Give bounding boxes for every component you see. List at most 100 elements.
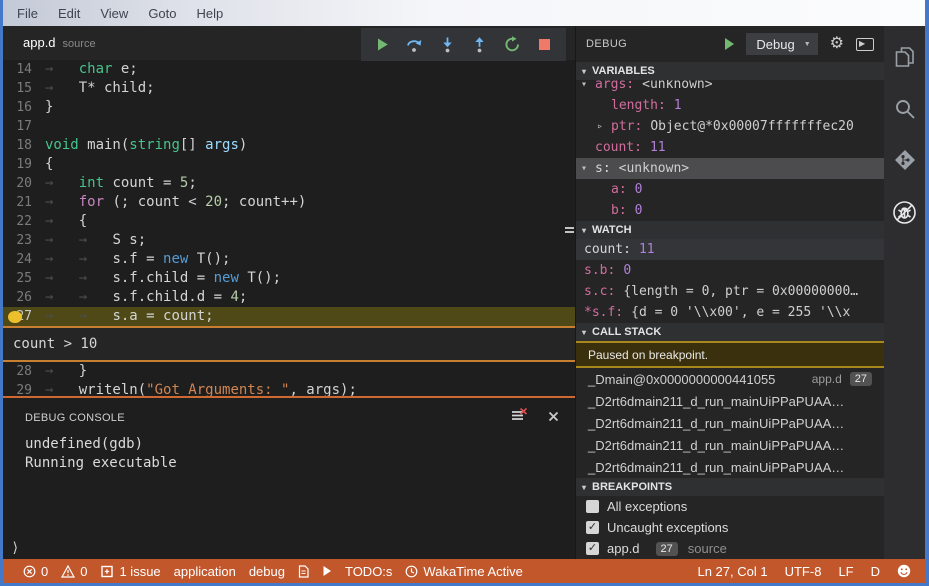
explorer-icon[interactable]	[892, 43, 917, 69]
code-line-26[interactable]: 26 → → s.f.child.d = 4;	[3, 288, 575, 307]
status-item-1-issue[interactable]: 1 issue	[100, 564, 161, 579]
start-debug-button[interactable]	[725, 38, 735, 50]
menu-item-goto[interactable]: Goto	[138, 6, 186, 21]
status-item-run-icon[interactable]	[322, 565, 332, 577]
variable-row[interactable]: ▹ ptr: Object@*0x00007fffffffec20	[576, 116, 884, 137]
debug-panel-title: DEBUG	[586, 38, 628, 50]
code-line-15[interactable]: 15 → T* child;	[3, 79, 575, 98]
status-item-smiley-icon[interactable]	[897, 564, 911, 578]
step-into-button[interactable]	[436, 34, 458, 56]
status-item-application[interactable]: application	[174, 564, 236, 579]
frame-name: _D2rt6dmain211_d_run_mainUiPPaPUAA…	[588, 437, 845, 453]
code-line-16[interactable]: 16}	[3, 98, 575, 117]
code-line-22[interactable]: 22 → {	[3, 212, 575, 231]
console-input-prompt[interactable]: ⟩	[11, 540, 19, 556]
menu-bar: File Edit View Goto Help	[3, 0, 925, 26]
code-line-text: }	[45, 99, 54, 115]
variable-row[interactable]: ▾ s: <unknown>	[576, 158, 884, 179]
status-item-lf[interactable]: LF	[838, 564, 853, 579]
section-header-call-stack[interactable]: ▾ CALL STACK	[576, 323, 884, 341]
restart-button[interactable]	[501, 34, 523, 56]
code-editor[interactable]: 14 → char e; 15 → T* child; 16} 17 18 void main…	[3, 60, 575, 396]
variable-row[interactable]: ▾ args: <unknown>	[576, 80, 884, 95]
status-item-report-icon[interactable]	[298, 564, 309, 578]
code-line-17[interactable]: 17	[3, 117, 575, 136]
gear-icon[interactable]: ⚙	[830, 36, 844, 52]
checkbox[interactable]	[586, 500, 599, 513]
close-panel-button[interactable]	[548, 409, 559, 427]
code-line-28[interactable]: 28 → }	[3, 362, 575, 381]
clock-icon	[405, 565, 418, 578]
status-item-utf-8[interactable]: UTF-8	[785, 564, 822, 579]
breakpoint-row[interactable]: ✓ Uncaught exceptions	[576, 517, 884, 538]
line-number: 26	[16, 290, 32, 305]
section-header-breakpoints[interactable]: ▾ BREAKPOINTS	[576, 478, 884, 496]
section-header-watch[interactable]: ▾ WATCH	[576, 221, 884, 239]
status-item-0[interactable]: 0	[23, 564, 48, 579]
expander-icon[interactable]: ▾	[581, 80, 595, 95]
breakpoint-label: All exceptions	[607, 499, 688, 514]
expander-icon[interactable]: ▾	[581, 158, 595, 179]
call-stack-frame[interactable]: _D2rt6dmain211_d_run_mainUiPPaPUAA…	[576, 390, 884, 412]
status-item-0[interactable]: 0	[61, 564, 87, 579]
variable-value: Object@*0x00007fffffffec20	[650, 119, 854, 134]
debug-config-value: Debug	[756, 36, 795, 52]
line-number: 19	[16, 157, 32, 172]
stop-button[interactable]	[534, 34, 556, 56]
status-item-debug[interactable]: debug	[249, 564, 285, 579]
menu-item-view[interactable]: View	[90, 6, 138, 21]
watch-row[interactable]: count: 11	[576, 239, 884, 260]
watch-row[interactable]: s.c: {length = 0, ptr = 0x00000000…	[576, 281, 884, 302]
call-stack-frame[interactable]: _D2rt6dmain211_d_run_mainUiPPaPUAA…	[576, 412, 884, 434]
breakpoint-row[interactable]: ✓ app.d 27 source	[576, 538, 884, 559]
checkbox[interactable]: ✓	[586, 521, 599, 534]
variable-value: <unknown>	[618, 161, 690, 176]
source-control-icon[interactable]	[893, 147, 917, 173]
code-line-18[interactable]: 18 void main(string[] args)	[3, 136, 575, 155]
code-line-14[interactable]: 14 → char e;	[3, 60, 575, 79]
checkbox[interactable]: ✓	[586, 542, 599, 555]
tab-app-d[interactable]: app.d	[23, 35, 56, 50]
call-stack-frame[interactable]: _Dmain@0x0000000000441055 app.d 27	[576, 368, 884, 390]
code-line-25[interactable]: 25 → → s.f.child = new T();	[3, 269, 575, 288]
menu-item-help[interactable]: Help	[187, 6, 234, 21]
watch-row[interactable]: *s.f: {d = 0 '\\x00', e = 255 '\\x	[576, 302, 884, 323]
code-line-24[interactable]: 24 → → s.f = new T();	[3, 250, 575, 269]
variable-row[interactable]: count: 11	[576, 137, 884, 158]
variable-value: 0	[634, 203, 643, 218]
variable-row[interactable]: b: 0	[576, 200, 884, 221]
code-line-29[interactable]: 29 → writeln("Got Arguments: ", args);	[3, 381, 575, 396]
frame-name: _D2rt6dmain211_d_run_mainUiPPaPUAA…	[588, 459, 845, 475]
watch-row[interactable]: s.b: 0	[576, 260, 884, 281]
clear-console-button[interactable]	[511, 407, 528, 427]
code-line-19[interactable]: 19 {	[3, 155, 575, 174]
variable-row[interactable]: a: 0	[576, 179, 884, 200]
section-header-variables[interactable]: ▾ VARIABLES	[576, 62, 884, 80]
breakpoint-condition-editor[interactable]: count > 10	[3, 326, 575, 362]
breakpoint-icon[interactable]	[8, 310, 22, 323]
code-line-20[interactable]: 20 → int count = 5;	[3, 174, 575, 193]
step-over-button[interactable]	[404, 34, 426, 56]
status-item-ln-27-col-1[interactable]: Ln 27, Col 1	[697, 564, 767, 579]
menu-item-file[interactable]: File	[7, 6, 48, 21]
open-console-icon[interactable]: ▶	[856, 37, 874, 51]
call-stack-frame[interactable]: _D2rt6dmain211_d_run_mainUiPPaPUAA…	[576, 434, 884, 456]
menu-item-edit[interactable]: Edit	[48, 6, 90, 21]
code-line-21[interactable]: 21 → for (; count < 20; count++)	[3, 193, 575, 212]
code-line-text: → writeln("Got Arguments: ", args);	[45, 382, 357, 396]
status-item-wakatime-active[interactable]: WakaTime Active	[405, 564, 523, 579]
code-line-27[interactable]: 27 → → s.a = count;	[3, 307, 575, 326]
breakpoint-row[interactable]: All exceptions	[576, 496, 884, 517]
expander-icon[interactable]: ▹	[597, 116, 611, 137]
debug-icon[interactable]	[891, 199, 918, 225]
status-item-d[interactable]: D	[871, 564, 880, 579]
code-line-23[interactable]: 23 → → S s;	[3, 231, 575, 250]
watch-value: {d = 0 '\\x00', e = 255 '\\x	[631, 305, 851, 320]
status-item-todo-s[interactable]: TODO:s	[345, 564, 392, 579]
continue-button[interactable]	[371, 34, 393, 56]
call-stack-frame[interactable]: _D2rt6dmain211_d_run_mainUiPPaPUAA…	[576, 456, 884, 478]
debug-config-dropdown[interactable]: Debug ▼	[746, 33, 818, 55]
step-out-button[interactable]	[469, 34, 491, 56]
variable-row[interactable]: length: 1	[576, 95, 884, 116]
search-icon[interactable]	[893, 95, 916, 121]
